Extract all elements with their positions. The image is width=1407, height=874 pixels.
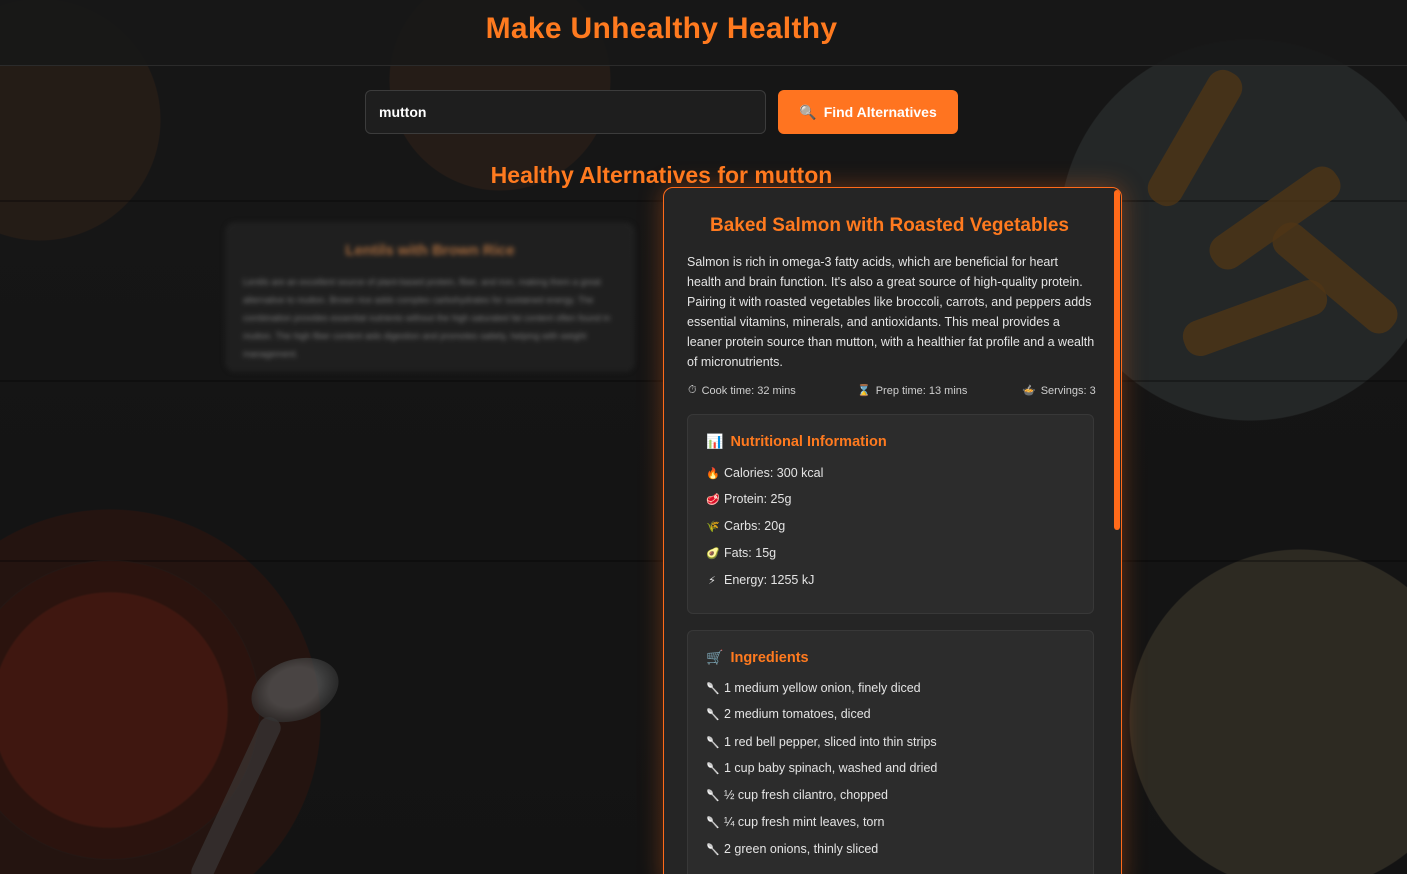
page: Make Unhealthy Healthy 🔍 Find Alternativ… [0, 0, 1407, 874]
background-alternative-card[interactable]: Lentils with Brown Rice Lentils are an e… [225, 222, 635, 372]
avocado-icon: 🥑 [706, 547, 720, 560]
bar-chart-icon: 📊 [706, 433, 724, 449]
results-heading: Healthy Alternatives for mutton [490, 162, 833, 188]
spoon-icon: 🥄 [706, 843, 720, 856]
servings: 🍲 Servings: 3 [1022, 384, 1096, 398]
ingredients-panel: 🛒 Ingredients 🥄 1 medium yellow onion, f… [687, 630, 1094, 874]
card-scrollbar[interactable] [1114, 190, 1120, 530]
find-alternatives-button[interactable]: 🔍 Find Alternatives [778, 90, 958, 134]
ingredient-item: 🥄 2 medium tomatoes, diced [706, 707, 871, 721]
background-card-title: Lentils with Brown Rice [345, 242, 515, 259]
find-alternatives-label: Find Alternatives [823, 104, 937, 120]
nutrition-calories: 🔥 Calories: 300 kcal [706, 466, 824, 480]
card-description: Salmon is rich in omega-3 fatty acids, w… [687, 255, 1095, 369]
hourglass-icon: ⌛ [857, 385, 871, 397]
meat-icon: 🥩 [706, 493, 720, 506]
spoon-icon: 🥄 [706, 682, 720, 695]
spoon-icon: 🥄 [706, 762, 720, 775]
ingredients-title: 🛒 Ingredients [706, 649, 809, 666]
app-title: Make Unhealthy Healthy [485, 12, 838, 45]
search-input[interactable] [365, 90, 766, 134]
nutrition-title: 📊 Nutritional Information [706, 433, 887, 450]
ingredient-item: 🥄 ¼ cup fresh mint leaves, torn [706, 815, 885, 829]
nutrition-carbs: 🌾 Carbs: 20g [706, 519, 786, 533]
app-header: Make Unhealthy Healthy [0, 0, 1407, 66]
grain-icon: 🌾 [706, 520, 720, 533]
background-card-description: Lentils are an excellent source of plant… [243, 277, 611, 359]
prep-time: ⌛ Prep time: 13 mins [857, 384, 968, 398]
spoon-icon: 🥄 [706, 789, 720, 802]
lightning-icon: ⚡ [708, 574, 716, 587]
magnifier-icon: 🔍 [799, 103, 817, 120]
card-title: Baked Salmon with Roasted Vegetables [710, 215, 1069, 236]
ingredient-item: 🥄 1 red bell pepper, sliced into thin st… [706, 735, 937, 749]
ingredient-item: 🥄 1 medium yellow onion, finely diced [706, 681, 921, 695]
nutrition-panel: 📊 Nutritional Information 🔥 Calories: 30… [687, 414, 1094, 614]
fire-icon: 🔥 [706, 467, 720, 480]
bowl-icon: 🍲 [1022, 385, 1036, 397]
spoon-icon: 🥄 [706, 816, 720, 829]
cook-time: ⏱ Cook time: 32 mins [688, 384, 796, 397]
spoon-icon: 🥄 [706, 736, 720, 749]
ingredient-item: 🥄 ½ cup fresh cilantro, chopped [706, 788, 888, 802]
nutrition-fats: 🥑 Fats: 15g [706, 546, 777, 560]
alternative-card[interactable]: Baked Salmon with Roasted Vegetables Sal… [663, 187, 1122, 874]
nutrition-energy: ⚡ Energy: 1255 kJ [706, 573, 814, 587]
shopping-cart-icon: 🛒 [706, 649, 724, 665]
stopwatch-icon: ⏱ [688, 384, 697, 396]
ingredient-item: 🥄 2 green onions, thinly sliced [706, 842, 879, 856]
nutrition-protein: 🥩 Protein: 25g [706, 492, 792, 506]
ingredient-item: 🥄 1 cup baby spinach, washed and dried [706, 761, 938, 775]
spoon-icon: 🥄 [706, 708, 720, 721]
